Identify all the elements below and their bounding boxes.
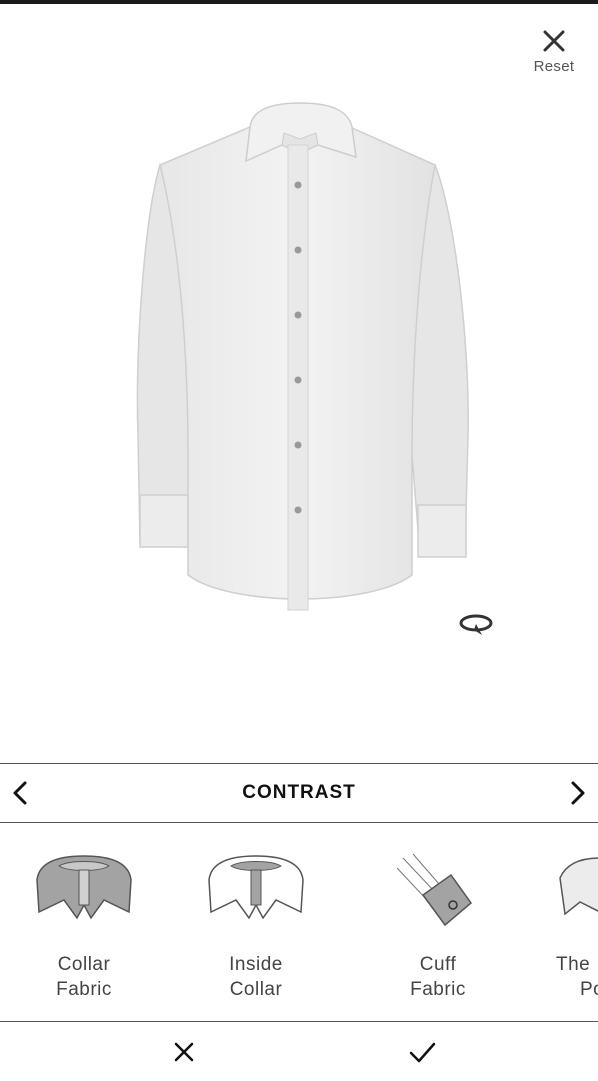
option-label: Fabric	[410, 979, 466, 1000]
close-icon[interactable]	[168, 1036, 200, 1068]
shirt-image	[136, 102, 469, 611]
option-cuff-fabric[interactable]: Cuff Fabric	[368, 850, 508, 1002]
option-collar-fabric[interactable]: Collar Fabric	[14, 850, 154, 1002]
option-label: Inside	[229, 954, 283, 975]
reset-label: Reset	[533, 58, 575, 75]
option-label: Collar	[57, 954, 111, 975]
category-nav: CONTRAST	[0, 763, 598, 823]
collar-fabric-icon	[36, 855, 132, 920]
collar-partial-icon	[559, 857, 598, 916]
option-label: Po	[580, 979, 598, 1000]
option-label: Collar	[229, 979, 283, 1000]
option-label: Fabric	[56, 979, 112, 1000]
option-partial[interactable]: The Po	[540, 850, 598, 1002]
action-bar	[0, 1021, 598, 1081]
reset-button[interactable]: Reset	[524, 28, 584, 75]
close-icon	[543, 30, 565, 52]
contrast-options: Collar Fabric Inside Collar Cuff Fabric …	[0, 822, 598, 1022]
cuff-fabric-icon	[396, 853, 473, 927]
top-bar	[0, 0, 598, 4]
inside-collar-icon	[208, 855, 304, 920]
option-label: The	[556, 954, 591, 975]
rotate-icon[interactable]	[456, 608, 496, 638]
option-inside-collar[interactable]: Inside Collar	[186, 850, 326, 1002]
option-label: Cuff	[419, 954, 457, 975]
nav-title: CONTRAST	[242, 782, 356, 803]
checkmark-icon[interactable]	[406, 1036, 438, 1068]
chevron-right-icon[interactable]	[562, 778, 592, 808]
shirt-preview	[120, 95, 480, 620]
